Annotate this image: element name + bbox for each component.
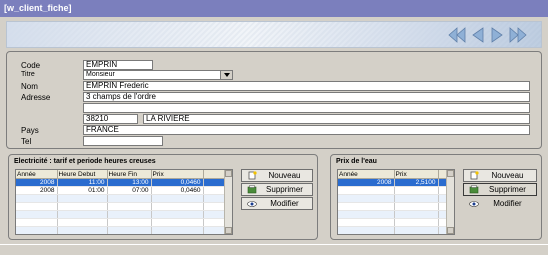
column-header-heure-debut[interactable]: Heure Debut bbox=[57, 170, 108, 179]
electricite-supprimer-button[interactable]: Supprimer bbox=[241, 183, 313, 196]
empty-row bbox=[338, 202, 449, 211]
titre-value: Monsieur bbox=[86, 71, 115, 78]
empty-row bbox=[338, 186, 449, 195]
cell-annee: 2008 bbox=[338, 178, 395, 187]
empty-row bbox=[338, 226, 449, 234]
pays-field[interactable]: FRANCE bbox=[83, 125, 530, 135]
eye-icon bbox=[245, 200, 259, 207]
previous-record-button[interactable] bbox=[468, 25, 487, 45]
eau-group: Prix de l'eau Année Prix 2008 2,5100 Nou… bbox=[330, 154, 542, 240]
table-row[interactable]: 2008 2,5100 bbox=[338, 178, 449, 187]
nom-field[interactable]: EMPRIN Frederic bbox=[83, 81, 530, 91]
first-record-button[interactable] bbox=[448, 25, 467, 45]
electricite-header-row: Année Heure Debut Heure Fin Prix bbox=[16, 170, 227, 179]
eau-table[interactable]: Année Prix 2008 2,5100 bbox=[337, 169, 455, 235]
first-icon bbox=[448, 27, 466, 43]
table-row[interactable]: 2008 01:00 07:00 0,0460 bbox=[16, 186, 227, 195]
window-title: [w_client_fiche] bbox=[0, 0, 548, 17]
eau-title: Prix de l'eau bbox=[336, 158, 377, 165]
electricite-nouveau-button[interactable]: Nouveau bbox=[241, 169, 313, 182]
tel-label: Tel bbox=[21, 137, 32, 146]
empty-row bbox=[338, 210, 449, 219]
empty-row bbox=[16, 210, 227, 219]
scroll-down-icon[interactable] bbox=[225, 227, 232, 234]
adresse-line1-field[interactable]: 3 champs de l'ordre bbox=[83, 92, 530, 102]
delete-icon bbox=[245, 185, 259, 194]
scroll-down-icon[interactable] bbox=[447, 227, 454, 234]
record-navigation bbox=[448, 25, 527, 45]
cell-annee: 2008 bbox=[16, 186, 58, 195]
scroll-up-icon[interactable] bbox=[447, 170, 454, 177]
ville-field[interactable]: LA RIVIERE bbox=[143, 114, 530, 124]
electricite-title: Electricité : tarif et periode heures cr… bbox=[14, 158, 156, 165]
next-icon bbox=[491, 27, 503, 43]
adresse-label: Adresse bbox=[21, 93, 51, 102]
cell-prix: 0,0460 bbox=[151, 178, 204, 187]
cell-heure-fin: 13:00 bbox=[107, 178, 152, 187]
new-document-icon bbox=[245, 171, 259, 180]
column-chooser-icon[interactable] bbox=[203, 170, 227, 179]
pays-label: Pays bbox=[21, 126, 39, 135]
empty-row bbox=[338, 218, 449, 227]
client-info-panel: Code EMPRIN Titre Monsieur Nom EMPRIN Fr… bbox=[6, 51, 542, 149]
status-bar bbox=[0, 244, 548, 255]
code-postal-field[interactable]: 38210 bbox=[83, 114, 138, 124]
navigation-banner bbox=[6, 21, 542, 48]
electricite-table[interactable]: Année Heure Debut Heure Fin Prix 2008 11… bbox=[15, 169, 233, 235]
supprimer-label: Supprimer bbox=[266, 185, 303, 194]
column-header-heure-fin[interactable]: Heure Fin bbox=[107, 170, 152, 179]
cell-heure-fin: 07:00 bbox=[107, 186, 152, 195]
electricite-group: Electricité : tarif et periode heures cr… bbox=[8, 154, 318, 240]
titre-label: Titre bbox=[21, 71, 35, 78]
delete-icon bbox=[467, 185, 481, 194]
column-header-annee[interactable]: Année bbox=[338, 170, 395, 179]
cell-heure-debut: 11:00 bbox=[57, 178, 108, 187]
cell-prix: 0,0460 bbox=[151, 186, 204, 195]
empty-row bbox=[16, 194, 227, 203]
nouveau-label: Nouveau bbox=[268, 171, 301, 180]
modifier-label: Modifier bbox=[270, 199, 299, 208]
last-icon bbox=[509, 27, 527, 43]
eau-nouveau-button[interactable]: Nouveau bbox=[463, 169, 537, 182]
eau-modifier-button[interactable]: Modifier bbox=[463, 197, 537, 210]
eau-scrollbar[interactable] bbox=[446, 170, 454, 234]
client-window: [w_client_fiche] Code EMPRIN Titre Monsi… bbox=[0, 0, 548, 255]
empty-row bbox=[16, 218, 227, 227]
eau-header-row: Année Prix bbox=[338, 170, 449, 179]
empty-row bbox=[16, 202, 227, 211]
column-header-annee[interactable]: Année bbox=[16, 170, 58, 179]
tel-field[interactable] bbox=[83, 136, 163, 146]
cell-heure-debut: 01:00 bbox=[57, 186, 108, 195]
eye-icon bbox=[467, 200, 481, 207]
cell-prix: 2,5100 bbox=[394, 178, 439, 187]
modifier-label: Modifier bbox=[493, 199, 522, 208]
chevron-down-icon[interactable] bbox=[220, 71, 232, 79]
empty-row bbox=[16, 226, 227, 234]
supprimer-label: Supprimer bbox=[489, 185, 526, 194]
nouveau-label: Nouveau bbox=[491, 171, 524, 180]
next-record-button[interactable] bbox=[488, 25, 507, 45]
code-label: Code bbox=[21, 61, 41, 70]
column-header-prix[interactable]: Prix bbox=[394, 170, 439, 179]
electricite-modifier-button[interactable]: Modifier bbox=[241, 197, 313, 210]
cell-annee: 2008 bbox=[16, 178, 58, 187]
code-field[interactable]: EMPRIN bbox=[83, 60, 153, 70]
electricite-scrollbar[interactable] bbox=[224, 170, 232, 234]
adresse-line2-field[interactable] bbox=[83, 103, 530, 113]
scroll-up-icon[interactable] bbox=[225, 170, 232, 177]
column-header-prix[interactable]: Prix bbox=[151, 170, 204, 179]
table-row[interactable]: 2008 11:00 13:00 0,0460 bbox=[16, 178, 227, 187]
previous-icon bbox=[472, 27, 484, 43]
nom-label: Nom bbox=[21, 82, 38, 91]
new-document-icon bbox=[467, 171, 481, 180]
eau-supprimer-button[interactable]: Supprimer bbox=[463, 183, 537, 196]
last-record-button[interactable] bbox=[508, 25, 527, 45]
empty-row bbox=[16, 235, 226, 236]
empty-row bbox=[338, 194, 449, 203]
titre-select[interactable]: Monsieur bbox=[83, 70, 233, 80]
